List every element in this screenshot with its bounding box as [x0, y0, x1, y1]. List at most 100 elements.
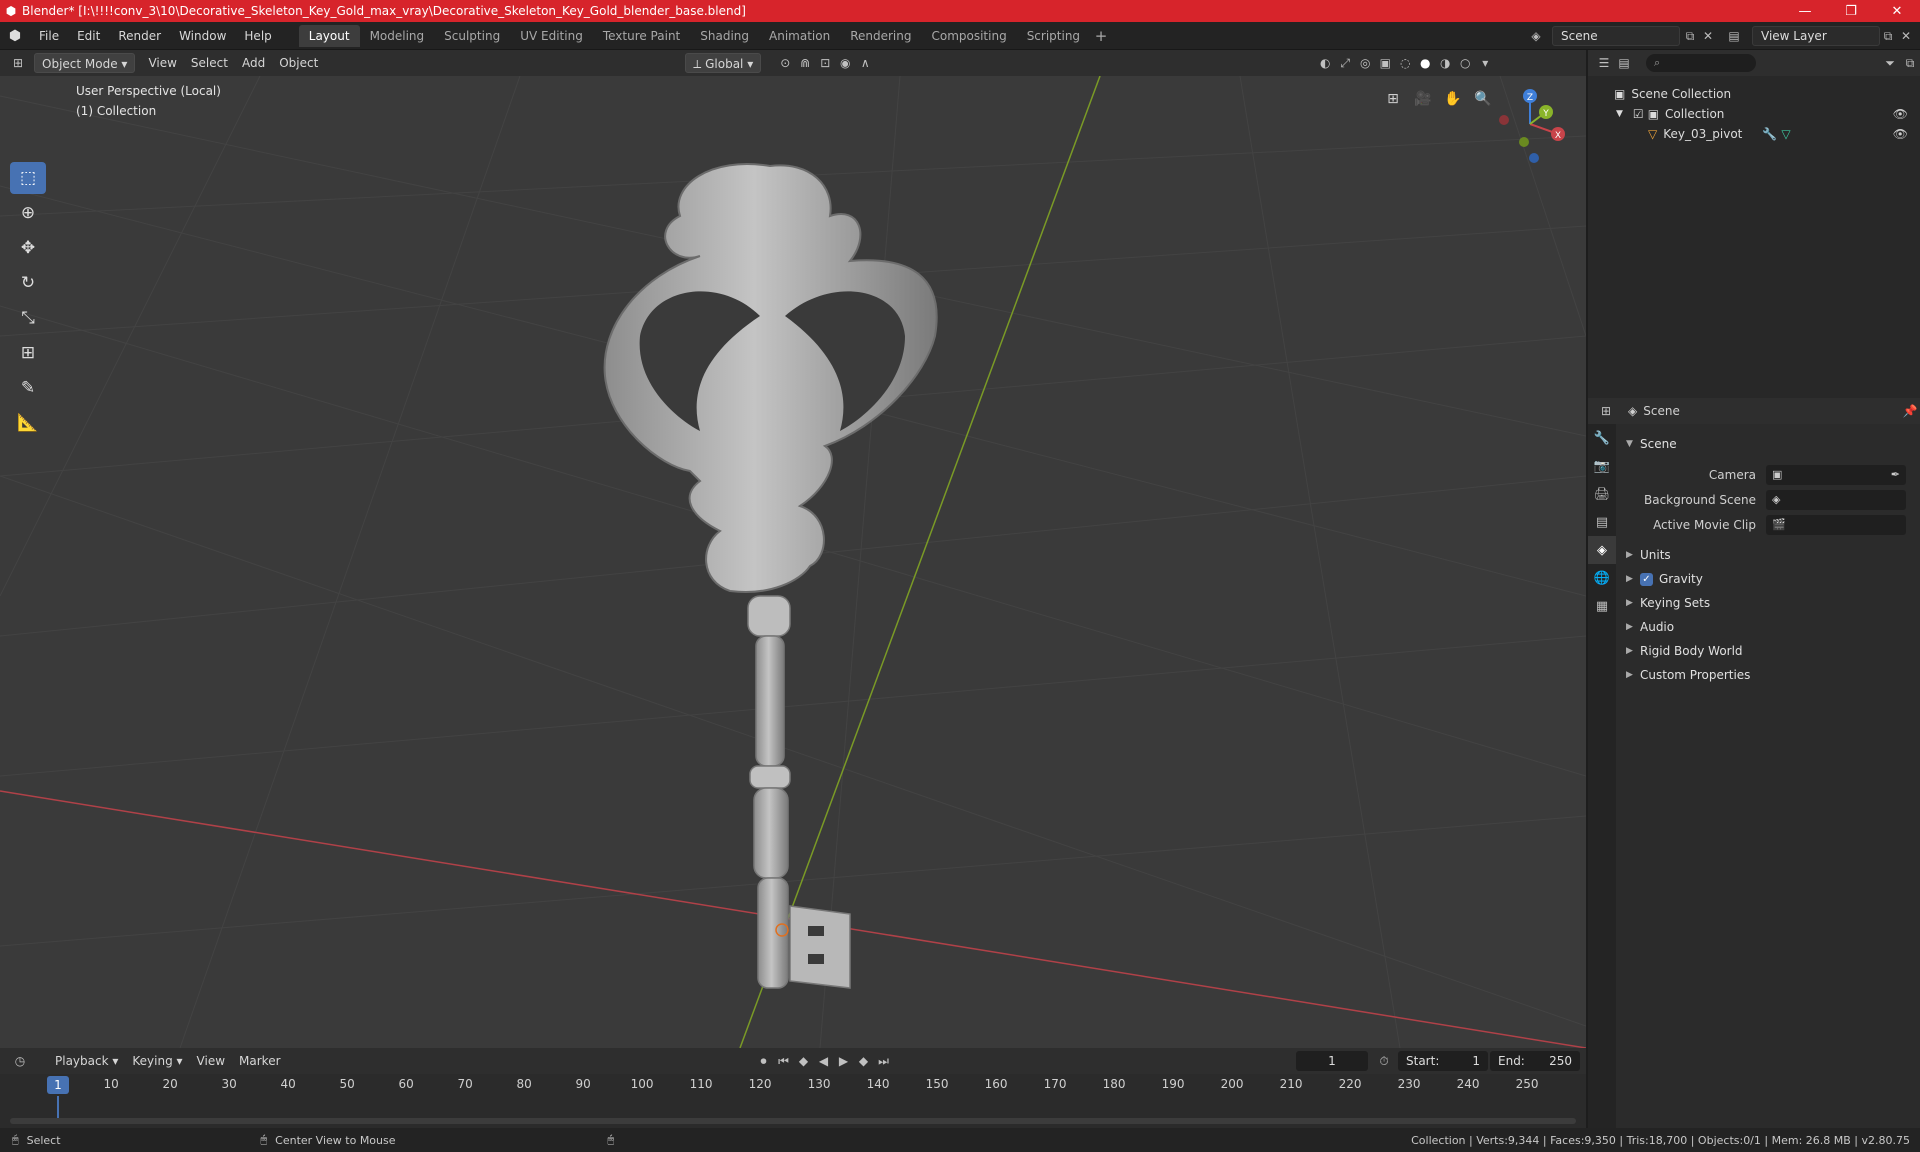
tool-tab-icon[interactable]: 🔧: [1588, 424, 1616, 452]
pan-view-icon[interactable]: ✋: [1440, 86, 1466, 112]
snap-icon[interactable]: ⋒: [795, 53, 815, 73]
rotate-tool-icon[interactable]: ↻: [10, 267, 46, 299]
display-mode-icon[interactable]: ▤: [1614, 53, 1634, 73]
xray-icon[interactable]: ▣: [1375, 53, 1395, 73]
expand-arrow-icon[interactable]: ▶: [1626, 670, 1640, 680]
menu-playback[interactable]: Playback ▾: [48, 1051, 125, 1071]
new-view-layer-icon[interactable]: ⧉: [1878, 26, 1898, 46]
cursor-tool-icon[interactable]: ⊕: [10, 197, 46, 229]
delete-view-layer-icon[interactable]: ✕: [1896, 26, 1916, 46]
properties-editor-icon[interactable]: ⊞: [1596, 401, 1616, 421]
scene-tab-icon[interactable]: ◈: [1588, 536, 1616, 564]
render-tab-icon[interactable]: 📷: [1588, 452, 1616, 480]
visibility-eye-icon[interactable]: 👁: [1893, 127, 1908, 141]
expand-arrow-icon[interactable]: ▶: [1626, 550, 1640, 560]
menu-help[interactable]: Help: [235, 25, 280, 47]
world-tab-icon[interactable]: 🌐: [1588, 564, 1616, 592]
start-frame-field[interactable]: Start: 1: [1398, 1051, 1488, 1071]
neg-y-axis-icon[interactable]: [1519, 137, 1529, 147]
expand-arrow-icon[interactable]: ▶: [1626, 646, 1640, 656]
scale-tool-icon[interactable]: ⤡: [10, 302, 46, 334]
new-collection-icon[interactable]: ⧉: [1900, 53, 1920, 73]
gravity-checkbox[interactable]: ✓: [1640, 572, 1653, 586]
3d-viewport[interactable]: User Perspective (Local) (1) Collection …: [0, 76, 1586, 1048]
new-scene-icon[interactable]: ⧉: [1680, 26, 1700, 46]
neg-x-axis-icon[interactable]: [1499, 115, 1509, 125]
next-keyframe-icon[interactable]: ◆: [854, 1051, 874, 1071]
proportional-edit-icon[interactable]: ◉: [835, 53, 855, 73]
visibility-eye-icon[interactable]: 👁: [1893, 107, 1908, 121]
gravity-panel-header[interactable]: ▶ ✓ Gravity: [1618, 567, 1920, 591]
end-frame-field[interactable]: End: 250: [1490, 1051, 1580, 1071]
tab-rendering[interactable]: Rendering: [840, 25, 921, 47]
tab-layout[interactable]: Layout: [298, 24, 360, 47]
menu-render[interactable]: Render: [109, 25, 170, 47]
play-reverse-icon[interactable]: ◀: [814, 1051, 834, 1071]
neg-z-axis-icon[interactable]: [1529, 153, 1539, 163]
tab-shading[interactable]: Shading: [690, 25, 759, 47]
outliner-row-object[interactable]: ▽ Key_03_pivot 🔧 ▽ 👁: [1588, 124, 1920, 144]
wireframe-shading-icon[interactable]: ◌: [1395, 53, 1415, 73]
eyedropper-icon[interactable]: ✒: [1891, 468, 1906, 481]
output-tab-icon[interactable]: 🖨: [1588, 480, 1616, 508]
move-tool-icon[interactable]: ✥: [10, 232, 46, 264]
timeline-scrollbar[interactable]: [10, 1118, 1576, 1124]
record-icon[interactable]: ⏺: [754, 1051, 774, 1071]
blender-menu-icon[interactable]: ⬢: [0, 28, 30, 44]
outliner-search-input[interactable]: ⌕: [1646, 54, 1756, 72]
add-workspace-icon[interactable]: +: [1090, 27, 1112, 45]
gizmo-toggle-icon[interactable]: ⤢: [1335, 53, 1355, 73]
toggle-grid-icon[interactable]: ⊞: [1380, 86, 1406, 112]
menu-marker[interactable]: Marker: [232, 1051, 287, 1071]
tab-texture-paint[interactable]: Texture Paint: [593, 25, 690, 47]
playhead-line[interactable]: [57, 1096, 59, 1118]
scene-name-field[interactable]: Scene: [1552, 26, 1680, 46]
transform-tool-icon[interactable]: ⊞: [10, 337, 46, 369]
timeline-ruler[interactable]: 1 10 20 30 40 50 60 70 80 90 100 110 120 130 140 150 160…: [0, 1074, 1586, 1096]
camera-view-icon[interactable]: 🎥: [1410, 86, 1436, 112]
menu-select[interactable]: Select: [184, 53, 235, 73]
view-layer-field[interactable]: View Layer: [1752, 26, 1880, 46]
audio-panel-header[interactable]: ▶ Audio: [1618, 615, 1920, 639]
outliner-row-scene-collection[interactable]: ▣ Scene Collection: [1588, 84, 1920, 104]
pivot-point-icon[interactable]: ⊙: [775, 53, 795, 73]
measure-tool-icon[interactable]: 📐: [10, 407, 46, 439]
key-model[interactable]: [603, 163, 938, 989]
editor-type-icon[interactable]: ⊞: [8, 53, 28, 73]
play-icon[interactable]: ▶: [834, 1051, 854, 1071]
menu-object[interactable]: Object: [272, 53, 325, 73]
expand-arrow-icon[interactable]: ▶: [1626, 574, 1640, 584]
orientation-selector[interactable]: ⟂ Global ▾: [685, 53, 762, 73]
delete-scene-icon[interactable]: ✕: [1698, 26, 1718, 46]
tab-modeling[interactable]: Modeling: [360, 25, 435, 47]
view-layer-tab-icon[interactable]: ▤: [1588, 508, 1616, 536]
menu-file[interactable]: File: [30, 25, 68, 47]
tab-animation[interactable]: Animation: [759, 25, 840, 47]
current-frame-field[interactable]: 1: [1296, 1051, 1368, 1071]
filter-icon[interactable]: ⏷: [1880, 53, 1900, 73]
close-button[interactable]: ✕: [1874, 0, 1920, 22]
tab-compositing[interactable]: Compositing: [921, 25, 1016, 47]
overlay-toggle-icon[interactable]: ◎: [1355, 53, 1375, 73]
menu-timeline-view[interactable]: View: [190, 1051, 232, 1071]
units-panel-header[interactable]: ▶ Units: [1618, 543, 1920, 567]
prev-keyframe-icon[interactable]: ◆: [794, 1051, 814, 1071]
expand-arrow-icon[interactable]: ▼: [1616, 109, 1623, 119]
navigation-gizmo[interactable]: Z X Y: [1490, 84, 1570, 164]
tab-sculpting[interactable]: Sculpting: [434, 25, 510, 47]
outliner-row-collection[interactable]: ▼ ☑ ▣ Collection 👁: [1588, 104, 1920, 124]
mesh-data-icon[interactable]: ▽: [1781, 127, 1790, 141]
expand-arrow-icon[interactable]: ▶: [1626, 598, 1640, 608]
snap-target-icon[interactable]: ⊡: [815, 53, 835, 73]
modifier-wrench-icon[interactable]: 🔧: [1762, 127, 1777, 141]
scene-selector-icon[interactable]: ◈: [1526, 26, 1546, 46]
menu-edit[interactable]: Edit: [68, 25, 109, 47]
outliner-editor-icon[interactable]: ☰: [1594, 53, 1614, 73]
solid-shading-icon[interactable]: ●: [1415, 53, 1435, 73]
keying-sets-panel-header[interactable]: ▶ Keying Sets: [1618, 591, 1920, 615]
custom-properties-panel-header[interactable]: ▶ Custom Properties: [1618, 663, 1920, 687]
pin-icon[interactable]: 📌: [1900, 401, 1920, 421]
rendered-shading-icon[interactable]: ○: [1455, 53, 1475, 73]
menu-keying[interactable]: Keying ▾: [125, 1051, 189, 1071]
jump-start-icon[interactable]: ⏮: [774, 1051, 794, 1071]
